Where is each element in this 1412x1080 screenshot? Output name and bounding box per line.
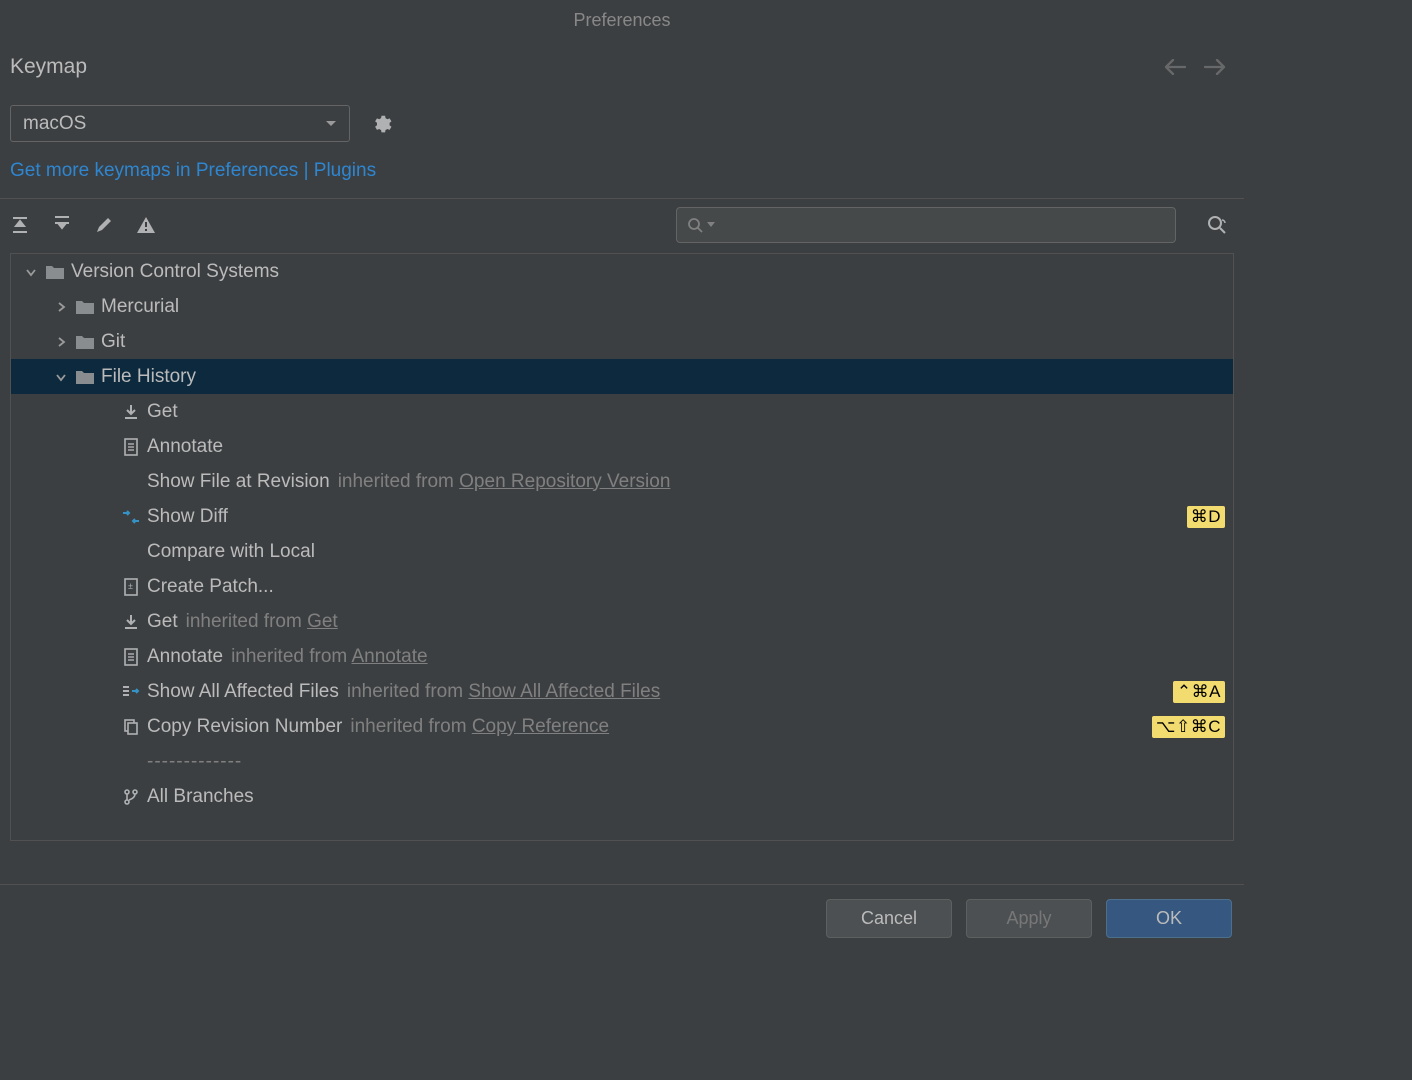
page-title: Keymap bbox=[10, 55, 87, 79]
action-compare-with-local[interactable]: Compare with Local bbox=[11, 534, 1233, 569]
annotate-icon bbox=[119, 438, 143, 456]
inherited-link[interactable]: Get bbox=[307, 611, 338, 632]
action-annotate[interactable]: Annotate bbox=[11, 429, 1233, 464]
annotate-icon bbox=[119, 648, 143, 666]
action-show-diff[interactable]: Show Diff ⌘D bbox=[11, 499, 1233, 534]
keymap-select[interactable]: macOS bbox=[10, 105, 350, 142]
affected-files-icon bbox=[119, 683, 143, 701]
action-annotate-inherited[interactable]: Annotate inherited from Annotate bbox=[11, 639, 1233, 674]
nav-arrows bbox=[1164, 59, 1234, 75]
diff-icon bbox=[119, 509, 143, 525]
action-label: ------------- bbox=[147, 751, 242, 773]
action-get-inherited[interactable]: Get inherited from Get bbox=[11, 604, 1233, 639]
action-label: Get bbox=[147, 401, 178, 423]
action-label: Compare with Local bbox=[147, 541, 315, 563]
chevron-right-icon bbox=[49, 301, 73, 313]
action-copy-revision-number[interactable]: Copy Revision Number inherited from Copy… bbox=[11, 709, 1233, 744]
copy-icon bbox=[119, 718, 143, 736]
shortcut-badge: ⌘D bbox=[1187, 506, 1225, 528]
inherited-text: inherited from Open Repository Version bbox=[338, 471, 671, 493]
promo-text: Get more keymaps in Preferences | Plugin… bbox=[0, 142, 1244, 194]
tree-node-vcs[interactable]: Version Control Systems bbox=[11, 254, 1233, 289]
inherited-text: inherited from Get bbox=[186, 611, 338, 633]
tree-node-git[interactable]: Git bbox=[11, 324, 1233, 359]
find-by-shortcut-icon[interactable] bbox=[1206, 214, 1228, 236]
chevron-right-icon bbox=[49, 336, 73, 348]
shortcut-badge: ⌥⇧⌘C bbox=[1152, 716, 1225, 738]
inherited-text: inherited from Annotate bbox=[231, 646, 427, 668]
back-arrow-icon[interactable] bbox=[1164, 59, 1186, 75]
get-more-keymaps-link[interactable]: Get more keymaps in Preferences | Plugin… bbox=[10, 160, 376, 181]
svg-text:±: ± bbox=[128, 581, 133, 591]
keymap-tree: Version Control Systems Mercurial Git Fi… bbox=[10, 253, 1234, 841]
shortcut-badge: ⌃⌘A bbox=[1173, 681, 1225, 703]
download-icon bbox=[119, 613, 143, 631]
window-title: Preferences bbox=[0, 0, 1244, 37]
footer: Cancel Apply OK bbox=[0, 884, 1244, 952]
action-get[interactable]: Get bbox=[11, 394, 1233, 429]
cancel-button[interactable]: Cancel bbox=[826, 899, 952, 938]
action-show-all-affected-files[interactable]: Show All Affected Files inherited from S… bbox=[11, 674, 1233, 709]
warning-icon[interactable] bbox=[136, 215, 156, 235]
action-separator[interactable]: ------------- bbox=[11, 744, 1233, 779]
toolbar-left bbox=[10, 215, 156, 235]
actions-toolbar bbox=[0, 199, 1244, 251]
tree-label: Git bbox=[101, 331, 125, 353]
inherited-link[interactable]: Show All Affected Files bbox=[468, 681, 660, 702]
tree-label: Mercurial bbox=[101, 296, 179, 318]
inherited-text: inherited from Show All Affected Files bbox=[347, 681, 660, 703]
keymap-select-value: macOS bbox=[23, 113, 86, 135]
inherited-link[interactable]: Open Repository Version bbox=[459, 471, 670, 492]
tree-node-file-history[interactable]: File History bbox=[11, 359, 1233, 394]
edit-icon[interactable] bbox=[94, 215, 114, 235]
action-show-file-at-revision[interactable]: Show File at Revision inherited from Ope… bbox=[11, 464, 1233, 499]
inherited-link[interactable]: Annotate bbox=[351, 646, 427, 667]
action-label: Create Patch... bbox=[147, 576, 274, 598]
tree-label: Version Control Systems bbox=[71, 261, 279, 283]
gear-icon[interactable] bbox=[370, 113, 392, 135]
branch-icon bbox=[119, 788, 143, 806]
inherited-link[interactable]: Copy Reference bbox=[472, 716, 609, 737]
chevron-down-icon bbox=[707, 222, 715, 228]
search-input-container[interactable] bbox=[676, 207, 1176, 243]
header: Keymap bbox=[0, 37, 1244, 87]
collapse-all-icon[interactable] bbox=[52, 215, 72, 235]
action-label: Show File at Revision bbox=[147, 471, 330, 493]
action-label: Show Diff bbox=[147, 506, 228, 528]
download-icon bbox=[119, 403, 143, 421]
action-label: Copy Revision Number bbox=[147, 716, 342, 738]
action-label: Annotate bbox=[147, 436, 223, 458]
action-label: Annotate bbox=[147, 646, 223, 668]
action-label: Get bbox=[147, 611, 178, 633]
patch-icon: ± bbox=[119, 578, 143, 596]
folder-icon bbox=[43, 264, 67, 280]
action-label: Show All Affected Files bbox=[147, 681, 339, 703]
keymap-controls: macOS bbox=[0, 87, 1244, 142]
tree-label: File History bbox=[101, 366, 196, 388]
folder-icon bbox=[73, 299, 97, 315]
chevron-down-icon bbox=[325, 120, 337, 128]
folder-icon bbox=[73, 369, 97, 385]
apply-button[interactable]: Apply bbox=[966, 899, 1092, 938]
chevron-down-icon bbox=[49, 371, 73, 383]
ok-button[interactable]: OK bbox=[1106, 899, 1232, 938]
inherited-text: inherited from Copy Reference bbox=[350, 716, 609, 738]
expand-all-icon[interactable] bbox=[10, 215, 30, 235]
tree-node-mercurial[interactable]: Mercurial bbox=[11, 289, 1233, 324]
action-all-branches[interactable]: All Branches bbox=[11, 779, 1233, 814]
search-icon bbox=[687, 217, 703, 233]
action-create-patch[interactable]: ± Create Patch... bbox=[11, 569, 1233, 604]
forward-arrow-icon[interactable] bbox=[1204, 59, 1226, 75]
folder-icon bbox=[73, 334, 97, 350]
action-label: All Branches bbox=[147, 786, 254, 808]
search-input[interactable] bbox=[721, 216, 1165, 234]
chevron-down-icon bbox=[19, 266, 43, 278]
